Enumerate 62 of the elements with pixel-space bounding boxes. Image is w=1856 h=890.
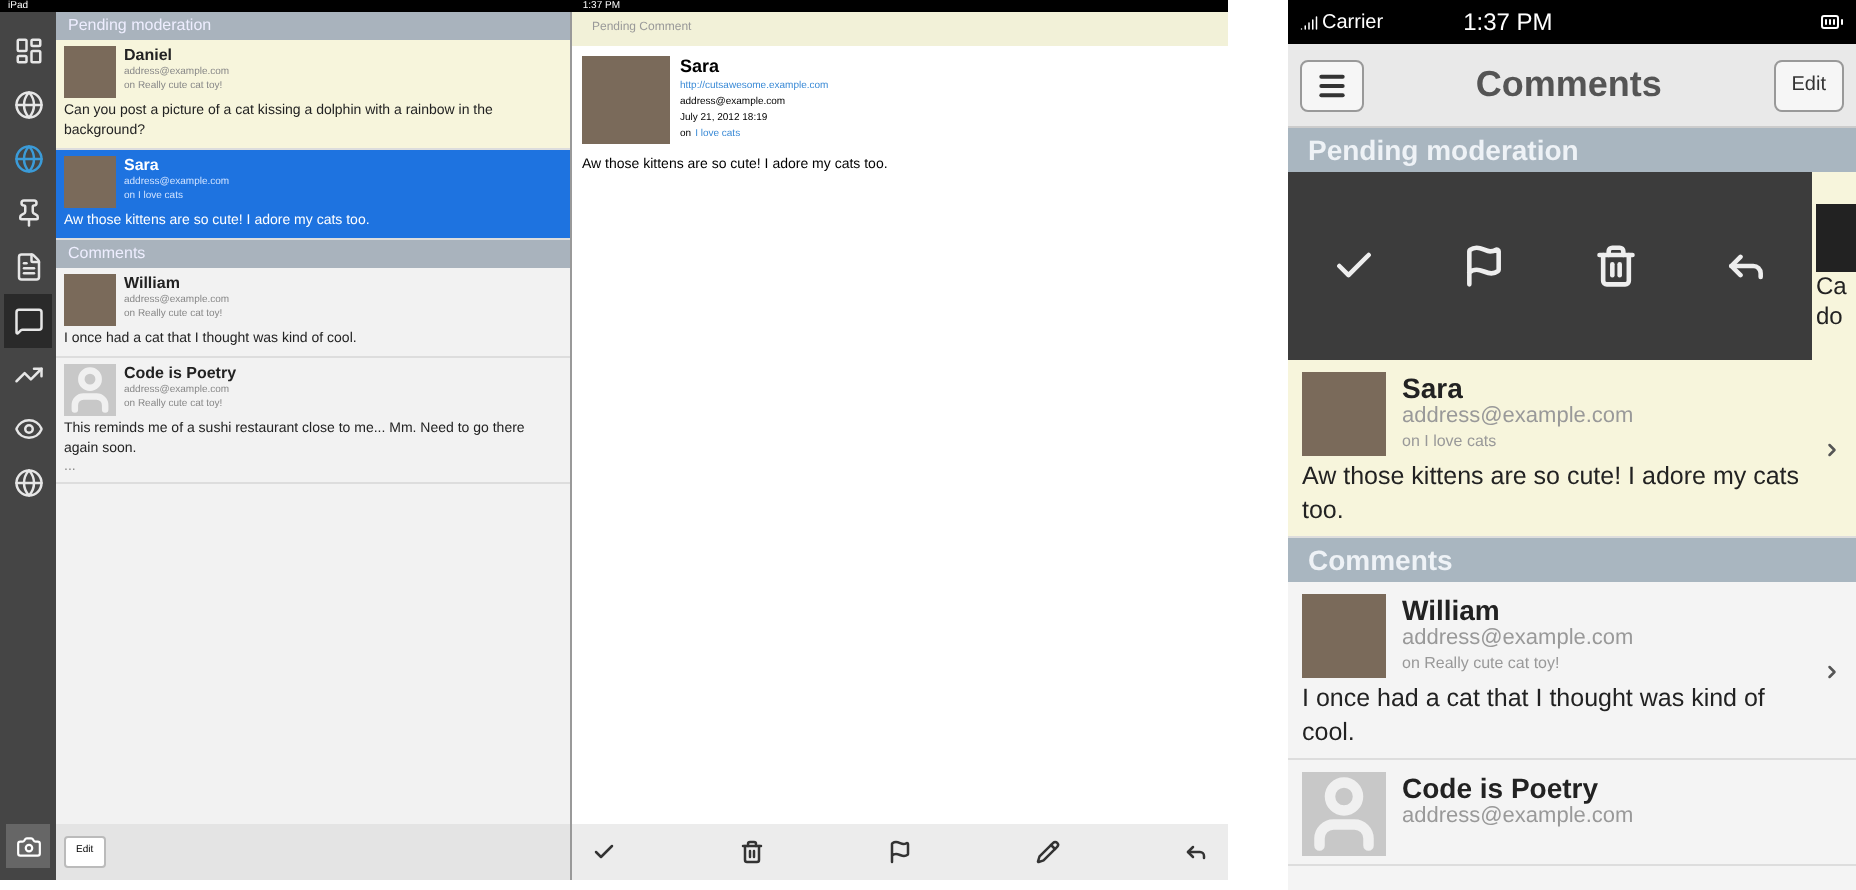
default-avatar (1302, 772, 1386, 856)
photo-placeholder (1816, 204, 1856, 272)
comment-text: I once had a cat that I thought was kind of cool. (1302, 682, 1767, 750)
chevron-icon (1822, 440, 1842, 460)
author-name: William (1402, 594, 1502, 626)
flag-icon (888, 840, 912, 864)
author-name: Sara (124, 156, 161, 176)
chevron-icon (1822, 662, 1842, 682)
photo-placeholder (64, 274, 116, 326)
carrier-name: Carrier (1322, 9, 1384, 37)
comment-text-fragment: do (1816, 302, 1845, 332)
signal-icon (1300, 13, 1318, 31)
comment-text-fragment: Ca (1816, 272, 1849, 302)
trash-icon (740, 840, 764, 864)
post-title: on Really cute cat toy! (1402, 652, 1562, 676)
default-avatar (64, 364, 116, 416)
trash-button[interactable] (736, 836, 768, 868)
globe-icon (13, 144, 43, 174)
battery-icon (1820, 10, 1844, 34)
edit-button[interactable] (1032, 836, 1064, 868)
nav-title: Comments (1475, 62, 1662, 108)
photo-placeholder (1302, 594, 1386, 678)
author-name: Sara (1402, 372, 1465, 404)
status-time: 1:37 PM (1463, 6, 1553, 40)
photo-placeholder (1302, 372, 1386, 456)
trash-icon (1593, 244, 1638, 288)
section-header: Pending moderation (1288, 128, 1856, 172)
post-title: on I love cats (1402, 430, 1499, 454)
dashboard-icon (13, 36, 43, 66)
comment-row[interactable]: Sara address@example.com on I love cats Aw those kittens are so cute! I adore my cats too. (1288, 360, 1856, 538)
menu-icon (1316, 69, 1348, 101)
flag-icon (1462, 244, 1507, 288)
section-header: Comments (56, 240, 570, 268)
photo-placeholder (64, 46, 116, 98)
edit-button[interactable]: Edit (1773, 59, 1844, 111)
reply-icon (1184, 840, 1208, 864)
pencil-icon (1036, 840, 1060, 864)
author-name: Sara (680, 56, 722, 78)
check-icon (592, 840, 616, 864)
photo-placeholder (64, 156, 116, 208)
photo-placeholder (582, 56, 670, 144)
author-name: Daniel (124, 46, 175, 66)
author-email: address@example.com (1402, 626, 1634, 652)
camera-icon (15, 833, 41, 859)
globe-icon (13, 90, 43, 120)
section-header: Comments (1288, 538, 1856, 582)
page-icon (13, 252, 43, 282)
author-email: address@example.com (1402, 804, 1634, 830)
author-name: Code is Poetry (124, 364, 237, 384)
pin-icon (13, 198, 43, 228)
speech-bubble-icon (13, 306, 43, 336)
camera-button[interactable] (6, 824, 50, 868)
sidebar-item[interactable] (4, 294, 52, 348)
eye-icon (13, 414, 43, 444)
menu-button[interactable] (1300, 59, 1364, 111)
globe-icon (13, 468, 43, 498)
comment-text: Aw those kittens are so cute! I adore my cats too. (1302, 460, 1801, 528)
section-header: Pending moderation (56, 12, 570, 40)
comment-row[interactable]: Ca do (1812, 172, 1856, 360)
author-email: address@example.com (1402, 404, 1634, 430)
author-name: William (124, 274, 182, 294)
author-name: Code is Poetry (1402, 772, 1601, 804)
